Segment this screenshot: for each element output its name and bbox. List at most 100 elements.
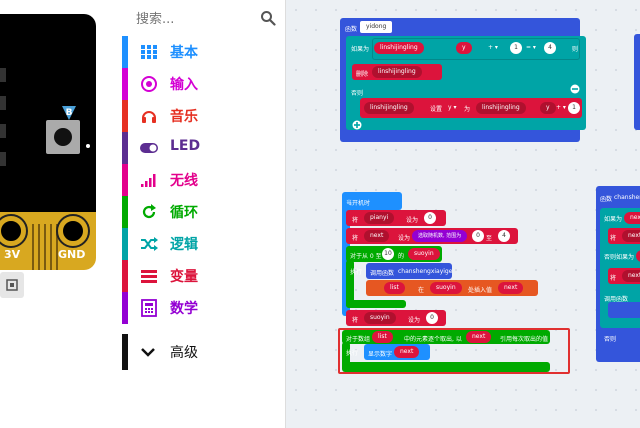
if-keyword: 如果为 bbox=[604, 216, 623, 223]
board-edge-marker bbox=[0, 68, 6, 82]
category-math[interactable]: 数学 bbox=[122, 292, 286, 324]
category-label: 循环 bbox=[170, 205, 198, 221]
number-input[interactable]: 0 bbox=[472, 230, 484, 242]
number-input[interactable]: 0 bbox=[424, 212, 436, 224]
board-edge-marker bbox=[0, 96, 6, 110]
property-dropdown[interactable]: y ▾ bbox=[448, 104, 456, 111]
category-label: 无线 bbox=[170, 173, 198, 189]
to-keyword: 至 bbox=[486, 235, 493, 242]
operator-dropdown[interactable]: = ▾ bbox=[526, 44, 536, 51]
variable-pill[interactable]: suoyin bbox=[364, 312, 396, 324]
on-start-block[interactable]: 当开机时 bbox=[342, 192, 402, 210]
category-color-bar bbox=[122, 132, 128, 164]
variable-pill[interactable]: linshijingling bbox=[476, 102, 526, 114]
microbit-board[interactable]: B 3V GND bbox=[0, 14, 96, 270]
target-icon bbox=[141, 76, 157, 92]
operator-dropdown[interactable]: + ▾ bbox=[556, 104, 566, 111]
variable-pill[interactable]: linshijingling bbox=[374, 42, 424, 54]
property-dropdown[interactable]: y bbox=[456, 42, 472, 54]
variable-pill[interactable]: linshijingling bbox=[372, 66, 422, 78]
number-input[interactable]: 0 bbox=[426, 312, 438, 324]
refresh-icon bbox=[142, 204, 156, 219]
variable-pill[interactable]: next bbox=[364, 230, 390, 242]
pad-gnd[interactable] bbox=[56, 214, 90, 248]
variable-pill[interactable]: pianyi bbox=[364, 212, 395, 224]
property-dropdown[interactable]: y bbox=[540, 102, 556, 114]
add-else-icon[interactable] bbox=[352, 120, 362, 130]
pad-gnd-label: GND bbox=[58, 248, 86, 261]
category-basic[interactable]: 基本 bbox=[122, 36, 286, 68]
category-loops[interactable]: 循环 bbox=[122, 196, 286, 228]
set-keyword: 将 bbox=[352, 317, 359, 324]
function-name: chanshengxiayige bbox=[398, 268, 453, 275]
board-edge-marker bbox=[0, 124, 6, 138]
if-block[interactable]: 如果为 linshijingling y + ▾ 1 = ▾ 4 则 删除 li… bbox=[346, 36, 586, 130]
edge-connector: 3V GND bbox=[0, 212, 96, 270]
category-logic[interactable]: 逻辑 bbox=[122, 228, 286, 260]
pad-3v[interactable] bbox=[0, 214, 28, 248]
category-music[interactable]: 音乐 bbox=[122, 100, 286, 132]
number-input[interactable]: 10 bbox=[382, 248, 394, 260]
number-input[interactable]: 1 bbox=[568, 102, 580, 114]
category-input[interactable]: 输入 bbox=[122, 68, 286, 100]
category-color-bar bbox=[122, 334, 128, 370]
variable-pill[interactable]: suoyin bbox=[408, 248, 440, 260]
call-keyword: 调用函数 bbox=[604, 296, 629, 303]
variable-pill[interactable]: next bbox=[624, 212, 640, 224]
highlight-box bbox=[338, 328, 570, 374]
category-color-bar bbox=[122, 196, 128, 228]
as-keyword: 设为 bbox=[398, 235, 411, 242]
number-input[interactable]: 4 bbox=[544, 42, 556, 54]
operator-dropdown[interactable]: + ▾ bbox=[488, 44, 498, 51]
fullscreen-icon bbox=[6, 279, 18, 291]
toolbox-search bbox=[122, 0, 286, 34]
offscreen-block-edge[interactable] bbox=[634, 34, 640, 130]
category-radio[interactable]: 无线 bbox=[122, 164, 286, 196]
button-b[interactable] bbox=[46, 120, 80, 154]
search-icon[interactable] bbox=[260, 10, 276, 26]
edge-stripe bbox=[38, 224, 40, 270]
list-icon bbox=[141, 270, 157, 283]
function-yidong-block[interactable]: 函数 yidong 如果为 linshijingling y + ▾ 1 = ▾… bbox=[340, 18, 586, 142]
if-keyword: 如果为 bbox=[351, 46, 370, 53]
as-keyword: 设为 bbox=[406, 217, 419, 224]
as-keyword: 为 bbox=[464, 106, 471, 113]
variable-pill[interactable]: next bbox=[622, 270, 640, 282]
set-keyword: 设置 bbox=[430, 106, 443, 113]
call-function-block[interactable] bbox=[608, 302, 640, 318]
number-input[interactable]: 4 bbox=[498, 230, 510, 242]
toolbox: 基本 输入 音乐 LED 无线 循环 bbox=[122, 0, 286, 428]
for-loop-footer bbox=[346, 300, 406, 308]
number-input[interactable]: 1 bbox=[510, 42, 522, 54]
category-label: 逻辑 bbox=[170, 237, 198, 253]
variable-pill[interactable]: list bbox=[384, 282, 405, 294]
search-input[interactable] bbox=[136, 9, 256, 29]
call-keyword: 调用函数 bbox=[370, 270, 395, 277]
category-color-bar bbox=[122, 292, 128, 324]
category-color-bar bbox=[122, 36, 128, 68]
edge-stripe bbox=[50, 224, 52, 270]
category-variables[interactable]: 变量 bbox=[122, 260, 286, 292]
random-number-block[interactable]: 选取随机数, 范围为 bbox=[412, 230, 468, 242]
else-keyword: 否则 bbox=[604, 336, 617, 343]
category-label: 音乐 bbox=[170, 109, 198, 125]
variable-pill[interactable]: next bbox=[498, 282, 524, 294]
fullscreen-button[interactable] bbox=[0, 272, 24, 298]
function-name-field[interactable]: yidong bbox=[360, 21, 393, 33]
pad-3v-label: 3V bbox=[4, 248, 21, 261]
variable-pill[interactable]: linshijingling bbox=[364, 102, 414, 114]
exec-keyword: 执行 bbox=[350, 269, 363, 276]
variable-pill[interactable]: suoyin bbox=[430, 282, 462, 294]
category-led[interactable]: LED bbox=[122, 132, 286, 164]
function-chanshengxiayige-block[interactable]: 函数 chanshengxiayige 如果为 next 将 next 否则如果… bbox=[596, 186, 640, 362]
set-keyword: 将 bbox=[352, 217, 359, 224]
category-label: 基本 bbox=[170, 45, 198, 61]
category-color-bar bbox=[122, 68, 128, 100]
at-keyword: 在 bbox=[418, 287, 425, 294]
variable-pill[interactable]: next bbox=[622, 230, 640, 242]
edge-stripe bbox=[32, 224, 34, 270]
chevron-down-icon bbox=[141, 348, 155, 357]
category-advanced[interactable]: 高级 bbox=[122, 334, 286, 370]
remove-else-icon[interactable] bbox=[570, 84, 580, 94]
function-keyword: 函数 bbox=[345, 26, 358, 33]
